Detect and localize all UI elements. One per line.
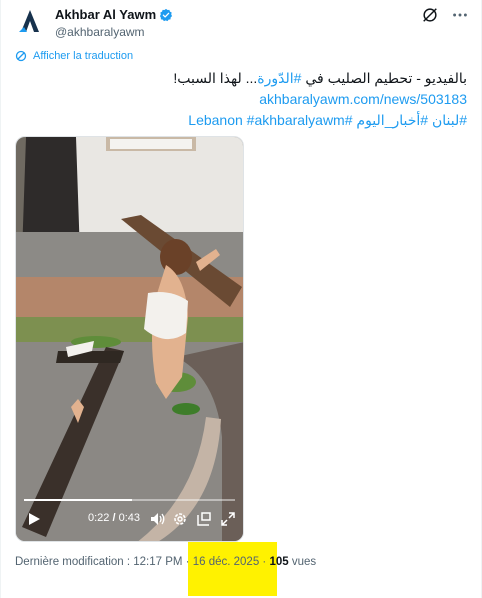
tweet-time[interactable]: 12:17 PM <box>133 556 182 568</box>
more-icon[interactable] <box>451 6 469 24</box>
author-name[interactable]: Akhbar Al Yawm <box>55 7 173 23</box>
video-controls: 0:22 / 0:43 <box>16 505 243 533</box>
views-count: 105 <box>269 556 289 568</box>
brand-logo-icon[interactable] <box>15 6 45 36</box>
author-block: Akhbar Al Yawm @akhbaralyawm <box>55 6 173 40</box>
fullscreen-icon[interactable] <box>220 511 236 527</box>
video-progress-fill <box>24 499 132 501</box>
translate-icon <box>15 50 27 62</box>
hashtag-aldawra[interactable]: #الدّورة <box>257 70 301 86</box>
modified-label[interactable]: Dernière modification : <box>15 556 133 568</box>
video-time: 0:22 / 0:43 <box>88 512 141 524</box>
translate-label[interactable]: Afficher la traduction <box>33 50 133 62</box>
tweet-line-1: بالفيديو - تحطيم الصليب في #الدّورة... ل… <box>27 68 467 89</box>
tweet-hashtags[interactable]: #لبنان #أخبار_اليوم #Lebanon #akhbaralya… <box>27 110 467 131</box>
video-progress-bar[interactable] <box>24 499 235 501</box>
video-time-total: 0:43 <box>118 512 141 524</box>
date-highlight <box>188 542 277 596</box>
tweet-line1-suffix: ... لهذا السبب! <box>173 70 258 86</box>
views-label: vues <box>291 556 317 568</box>
tweet-text: بالفيديو - تحطيم الصليب في #الدّورة... ل… <box>27 68 467 131</box>
tweet-line1-prefix: بالفيديو - تحطيم الصليب في <box>301 70 467 86</box>
video-frame <box>16 137 243 541</box>
author-name-text[interactable]: Akhbar Al Yawm <box>55 7 156 23</box>
verified-badge-icon <box>160 8 173 22</box>
news-link[interactable]: akhbaralyawm.com/news/503183 <box>27 89 467 110</box>
author-handle[interactable]: @akhbaralyawm <box>55 24 173 40</box>
video-player[interactable]: 0:22 / 0:43 <box>15 136 244 542</box>
tweet-card: Akhbar Al Yawm @akhbaralyawm Afficher la… <box>0 0 482 598</box>
settings-icon[interactable] <box>172 511 188 527</box>
tweet-header: Akhbar Al Yawm @akhbaralyawm <box>15 6 471 42</box>
pip-icon[interactable] <box>196 511 212 527</box>
play-icon[interactable] <box>26 511 42 527</box>
volume-icon[interactable] <box>150 511 166 527</box>
tweet-meta: Dernière modification : 12:17 PM · 16 dé… <box>15 556 317 568</box>
translate-link[interactable]: Afficher la traduction <box>15 50 133 62</box>
video-time-current: 0:22 <box>88 512 110 524</box>
grok-icon[interactable] <box>421 6 439 24</box>
tweet-date[interactable]: 16 déc. 2025 <box>193 556 260 568</box>
